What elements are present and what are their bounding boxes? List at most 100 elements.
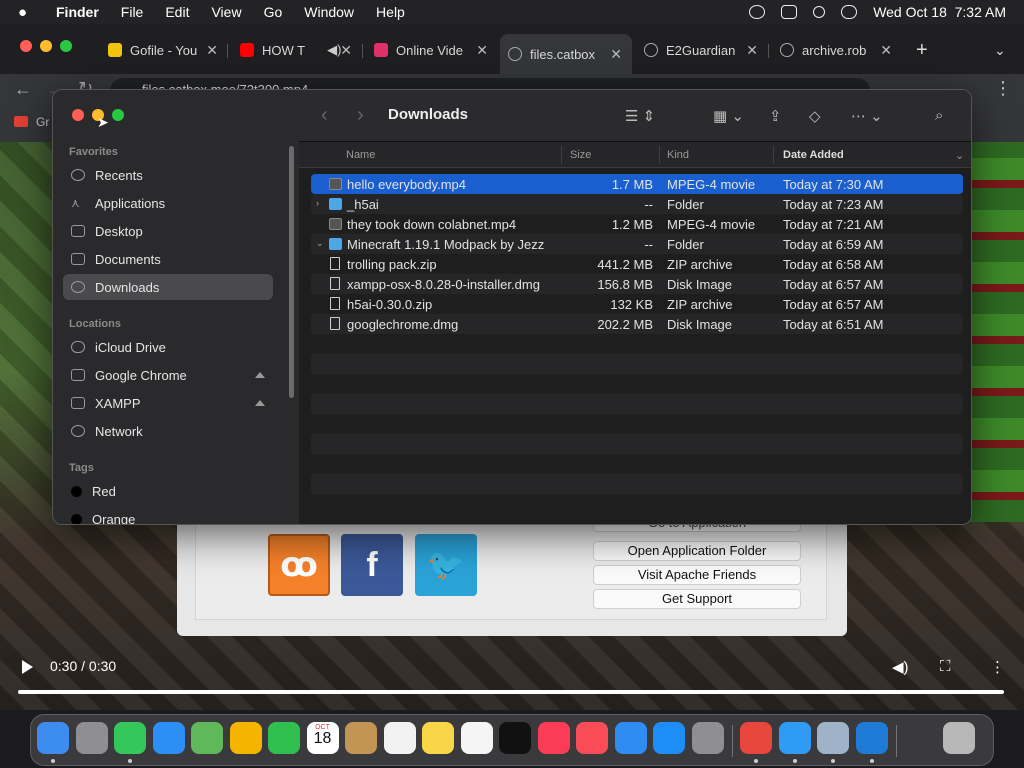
dock-facetime-icon[interactable]	[268, 722, 300, 754]
dock-google-chrome-icon[interactable]	[740, 722, 772, 754]
volume-icon[interactable]: ◀)	[892, 658, 909, 676]
sidebar-item-documents[interactable]: Documents	[63, 246, 273, 272]
dock-system-settings-icon[interactable]	[691, 722, 724, 754]
video-more-icon[interactable]: ⋮	[990, 658, 1005, 676]
visit-apache-friends-button[interactable]: Visit Apache Friends	[593, 565, 801, 585]
zoom-window-button[interactable]	[60, 40, 72, 52]
dock-launchpad-icon[interactable]	[75, 722, 108, 754]
dock-freeform-icon[interactable]	[460, 722, 493, 754]
sidebar-item-recents[interactable]: Recents	[63, 162, 273, 188]
fullscreen-icon[interactable]: ⛶	[940, 658, 951, 675]
back-arrow-icon[interactable]: ←	[14, 79, 32, 100]
audio-playing-icon[interactable]: ◀)	[327, 42, 341, 58]
dock-safari-icon[interactable]	[778, 722, 811, 754]
file-row[interactable]: ⌄ Minecraft 1.19.1 Modpack by Jezz -- Folde…	[311, 234, 963, 254]
close-tab-icon[interactable]: ✕	[340, 42, 352, 59]
minimize-window-button[interactable]	[40, 40, 52, 52]
control-center-icon[interactable]	[841, 5, 858, 19]
dock-notes-icon[interactable]	[422, 722, 454, 754]
disclosure-chevron-icon[interactable]: ⌄	[316, 238, 324, 249]
menu-help[interactable]: Help	[376, 4, 405, 20]
file-row[interactable]: › _h5ai -- Folder Today at 7:23 AM	[311, 194, 963, 214]
close-tab-icon[interactable]: ✕	[746, 42, 758, 59]
tag-icon[interactable]: ◇	[809, 107, 821, 125]
dock-mail-icon[interactable]	[152, 722, 185, 754]
eject-icon[interactable]	[255, 372, 265, 378]
menu-window[interactable]: Window	[304, 4, 354, 20]
apple-menu-icon[interactable]: ●	[18, 4, 38, 21]
dock-photos-icon[interactable]	[229, 722, 262, 754]
sidebar-item-applications[interactable]: ⋏ Applications	[63, 190, 273, 216]
screen-mirroring-icon[interactable]	[781, 5, 798, 19]
menu-file[interactable]: File	[121, 4, 144, 20]
menu-view[interactable]: View	[211, 4, 241, 20]
twitter-logo[interactable]: 🐦	[415, 534, 477, 596]
facebook-logo[interactable]: f	[341, 534, 403, 596]
file-row[interactable]: they took down colabnet.mp4 1.2 MB MPEG-4 …	[311, 214, 963, 234]
open-application-folder-button[interactable]: Open Application Folder	[593, 541, 801, 561]
dock-music-icon[interactable]	[537, 722, 570, 754]
menu-clock[interactable]: Wed Oct 18 7:32 AM	[873, 4, 1006, 20]
menu-app-name[interactable]: Finder	[56, 4, 99, 20]
menu-go[interactable]: Go	[264, 4, 283, 20]
bookmark-label[interactable]: Gr	[36, 115, 49, 129]
sidebar-item-desktop[interactable]: Desktop	[63, 218, 273, 244]
dock-trash-icon[interactable]	[942, 722, 975, 754]
file-row[interactable]: trolling pack.zip 441.2 MB ZIP archive Toda…	[311, 254, 963, 274]
sidebar-item-icloud-drive[interactable]: iCloud Drive	[63, 334, 273, 360]
new-tab-button[interactable]: +	[916, 38, 928, 62]
more-actions-icon[interactable]: ⋯ ⌄	[851, 107, 883, 125]
dock-reminders-icon[interactable]	[383, 722, 416, 754]
browser-tab-archive[interactable]: archive.rob ✕	[780, 38, 892, 62]
column-kind[interactable]: Kind	[667, 149, 689, 161]
menu-edit[interactable]: Edit	[165, 4, 189, 20]
disclosure-chevron-icon[interactable]: ›	[316, 198, 319, 208]
dock-messages-icon[interactable]	[114, 722, 146, 754]
get-support-button[interactable]: Get Support	[593, 589, 801, 609]
close-window-button[interactable]	[72, 109, 84, 121]
dock-finder-icon[interactable]	[37, 722, 69, 754]
file-row[interactable]: hello everybody.mp4 1.7 MB MPEG-4 movie Tod…	[311, 174, 963, 194]
back-chevron-icon[interactable]: ‹	[321, 104, 328, 127]
screen-recording-icon[interactable]	[749, 5, 766, 19]
browser-tab-youtube[interactable]: HOW T ◀) ✕	[240, 38, 352, 62]
browser-tab-gofile[interactable]: Gofile - You ✕	[108, 38, 218, 62]
sidebar-item-downloads[interactable]: Downloads	[63, 274, 273, 300]
sidebar-scrollbar[interactable]	[289, 146, 294, 398]
sidebar-item-tag-orange[interactable]: Orange	[63, 506, 273, 524]
file-row[interactable]: xampp-osx-8.0.28-0-installer.dmg 156.8 MB…	[311, 274, 963, 294]
list-view-icon[interactable]: ☰ ⇕	[625, 107, 655, 125]
forward-chevron-icon[interactable]: ›	[357, 104, 364, 127]
close-tab-icon[interactable]: ✕	[610, 46, 622, 63]
browser-tab-e2guardian[interactable]: E2Guardian ✕	[644, 38, 758, 62]
share-icon[interactable]: ⇪	[769, 107, 782, 125]
file-row[interactable]: googlechrome.dmg 202.2 MB Disk Image Today …	[311, 314, 963, 334]
dock-vscode-icon[interactable]	[855, 722, 888, 754]
sidebar-item-xampp[interactable]: XAMPP	[63, 390, 273, 416]
dock-screenshot-folder-icon[interactable]	[904, 722, 936, 754]
dock-tv-icon[interactable]	[499, 722, 531, 754]
dock-maps-icon[interactable]	[191, 722, 223, 754]
more-menu-icon[interactable]: ⋮	[994, 78, 1012, 99]
sidebar-item-network[interactable]: Network	[63, 418, 273, 444]
close-tab-icon[interactable]: ✕	[206, 42, 218, 59]
close-tab-icon[interactable]: ✕	[476, 42, 488, 59]
zoom-window-button[interactable]	[112, 109, 124, 121]
column-name[interactable]: Name	[346, 149, 375, 161]
sort-chevron-icon[interactable]: ⌄	[955, 149, 964, 162]
dock-app-store-icon[interactable]	[653, 722, 685, 754]
close-tab-icon[interactable]: ✕	[880, 42, 892, 59]
eject-icon[interactable]	[255, 400, 265, 406]
browser-tab-catbox[interactable]: files.catbox ✕	[500, 34, 632, 74]
sidebar-item-tag-red[interactable]: Red	[63, 478, 273, 504]
sidebar-item-google-chrome[interactable]: Google Chrome	[63, 362, 273, 388]
play-icon[interactable]	[22, 660, 33, 674]
xampp-logo[interactable]: ꝏ	[268, 534, 330, 596]
close-window-button[interactable]	[20, 40, 32, 52]
column-size[interactable]: Size	[570, 149, 591, 161]
browser-tab-online-video[interactable]: Online Vide ✕	[374, 38, 488, 62]
dock-keynote-icon[interactable]	[614, 722, 647, 754]
tab-search-chevron-icon[interactable]: ⌄	[994, 38, 1006, 62]
search-icon[interactable]: ⌕	[935, 107, 943, 124]
file-row[interactable]: h5ai-0.30.0.zip 132 KB ZIP archive Today at…	[311, 294, 963, 314]
